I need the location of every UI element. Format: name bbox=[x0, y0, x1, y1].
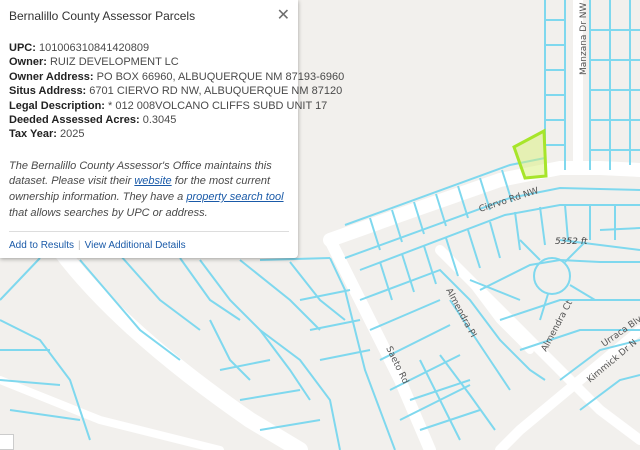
field-tax-year: Tax Year: 2025 bbox=[9, 127, 289, 141]
divider: | bbox=[78, 240, 81, 252]
popup-title: Bernalillo County Assessor Parcels bbox=[9, 9, 196, 23]
view-details-link[interactable]: View Additional Details bbox=[85, 240, 186, 251]
popup-body: UPC: 101006310841420809 Owner: RUIZ DEVE… bbox=[0, 32, 344, 221]
field-value: 2025 bbox=[59, 128, 85, 141]
field-owner-address: Owner Address: PO BOX 66960, ALBUQUERQUE… bbox=[9, 70, 344, 84]
map-attribution-corner[interactable] bbox=[0, 434, 14, 450]
field-label: Situs Address: bbox=[9, 85, 87, 98]
property-search-link[interactable]: property search tool bbox=[186, 191, 283, 203]
field-value: 6701 CIERVO RD NW, ALBUQUERQUE NM 87120 bbox=[89, 85, 343, 98]
website-link[interactable]: website bbox=[134, 175, 171, 187]
field-upc: UPC: 101006310841420809 bbox=[9, 41, 289, 55]
field-owner: Owner: RUIZ DEVELOPMENT LC bbox=[9, 55, 289, 69]
close-icon[interactable]: ✕ bbox=[277, 8, 290, 24]
field-label: Owner: bbox=[9, 56, 47, 69]
field-label: Legal Description: bbox=[9, 99, 105, 112]
field-value: PO BOX 66960, ALBUQUERQUE NM 87193-6960 bbox=[96, 70, 345, 83]
parcel-popup: Bernalillo County Assessor Parcels ✕ UPC… bbox=[0, 0, 344, 258]
field-label: UPC: bbox=[9, 42, 36, 54]
field-legal-description: Legal Description: * 012 008VOLCANO CLIF… bbox=[9, 99, 327, 113]
field-label: Deeded Assessed Acres: bbox=[9, 114, 140, 127]
field-value: 101006310841420809 bbox=[38, 42, 150, 54]
popup-header: Bernalillo County Assessor Parcels ✕ bbox=[0, 0, 298, 32]
field-label: Tax Year: bbox=[9, 128, 57, 141]
field-value: RUIZ DEVELOPMENT LC bbox=[49, 56, 179, 69]
dataset-note: The Bernalillo County Assessor's Office … bbox=[9, 159, 289, 221]
add-to-results-link[interactable]: Add to Results bbox=[9, 240, 74, 251]
field-value: * 012 008VOLCANO CLIFFS SUBD UNIT 17 bbox=[108, 99, 328, 112]
field-value: 0.3045 bbox=[142, 114, 177, 127]
street-label-manzana: Manzana Dr NW bbox=[579, 2, 589, 75]
note-text: that allows searches by UPC or address. bbox=[9, 206, 208, 219]
field-situs-address: Situs Address: 6701 CIERVO RD NW, ALBUQU… bbox=[9, 84, 342, 98]
popup-actions: Add to Results | View Additional Details bbox=[0, 232, 298, 251]
field-label: Owner Address: bbox=[9, 70, 94, 83]
field-deeded-acres: Deeded Assessed Acres: 0.3045 bbox=[9, 113, 289, 127]
elevation-label: 5352 ft bbox=[555, 237, 588, 247]
